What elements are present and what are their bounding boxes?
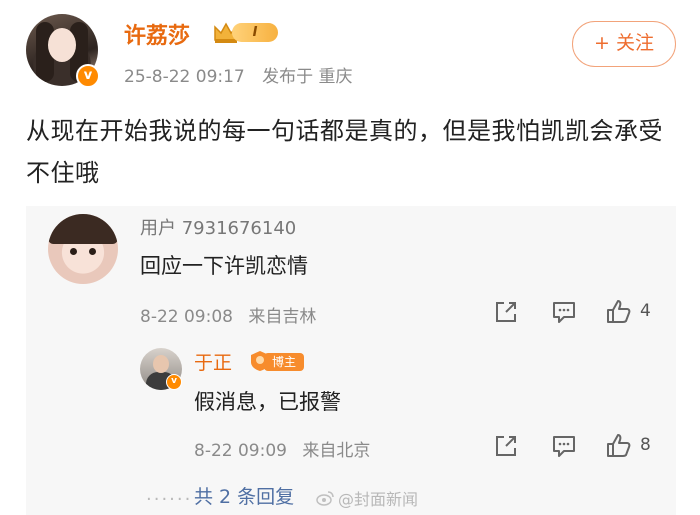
reply-source: 来自北京 [302,441,371,461]
blogger-badge: 博主 [248,349,304,373]
comment-time: 8-22 09:08 [140,307,233,327]
reply-actions: 8 [492,432,662,462]
blogger-badge-label: 博主 [264,353,304,371]
repost-icon[interactable] [492,432,520,460]
author-name[interactable]: 许荔莎 [124,18,190,50]
comment-actions: 4 [492,298,662,328]
more-dots: ······ [146,489,193,510]
comment-meta: 8-22 09:08 来自吉林 [140,302,316,327]
comment-source: 来自吉林 [248,307,317,327]
watermark: @封面新闻 [316,486,418,510]
commenter-avatar[interactable] [48,214,118,284]
watermark-text: @封面新闻 [338,490,419,509]
post-location: 发布于 重庆 [262,67,353,87]
reply-meta: 8-22 09:09 来自北京 [194,436,370,461]
like-icon[interactable] [604,298,632,326]
member-badge[interactable]: I [212,18,278,46]
post-meta: 25-8-22 09:17 发布于 重庆 [124,62,353,87]
reply-text: 假消息，已报警 [194,390,341,414]
repost-icon[interactable] [492,298,520,326]
comment-icon[interactable] [550,298,578,326]
post-content: 从现在开始我说的每一句话都是真的，但是我怕凯凯会承受不住哦 [26,117,663,187]
weibo-logo-icon [316,491,334,506]
comment-like-count: 4 [640,301,651,321]
comment-text: 回应一下许凯恋情 [140,254,308,278]
post-date: 25-8-22 09:17 [124,67,245,87]
comment-icon[interactable] [550,432,578,460]
reply-like-count: 8 [640,435,651,455]
reply-author-name[interactable]: 于正 [194,348,232,375]
post-header: v 许荔莎 I 25-8-22 09:17 发布于 重庆 + 关注 [0,0,700,100]
commenter-name[interactable]: 用户 7931676140 [140,214,296,240]
member-level: I [232,23,278,42]
reply-time: 8-22 09:09 [194,441,287,461]
more-replies-link[interactable]: 共 2 条回复 [194,482,294,509]
follow-button[interactable]: + 关注 [572,21,676,67]
comment-section: 用户 7931676140 回应一下许凯恋情 8-22 09:08 来自吉林 4… [26,206,676,515]
verified-v-icon: v [76,64,100,88]
like-icon[interactable] [604,432,632,460]
verified-v-icon: v [166,374,182,390]
